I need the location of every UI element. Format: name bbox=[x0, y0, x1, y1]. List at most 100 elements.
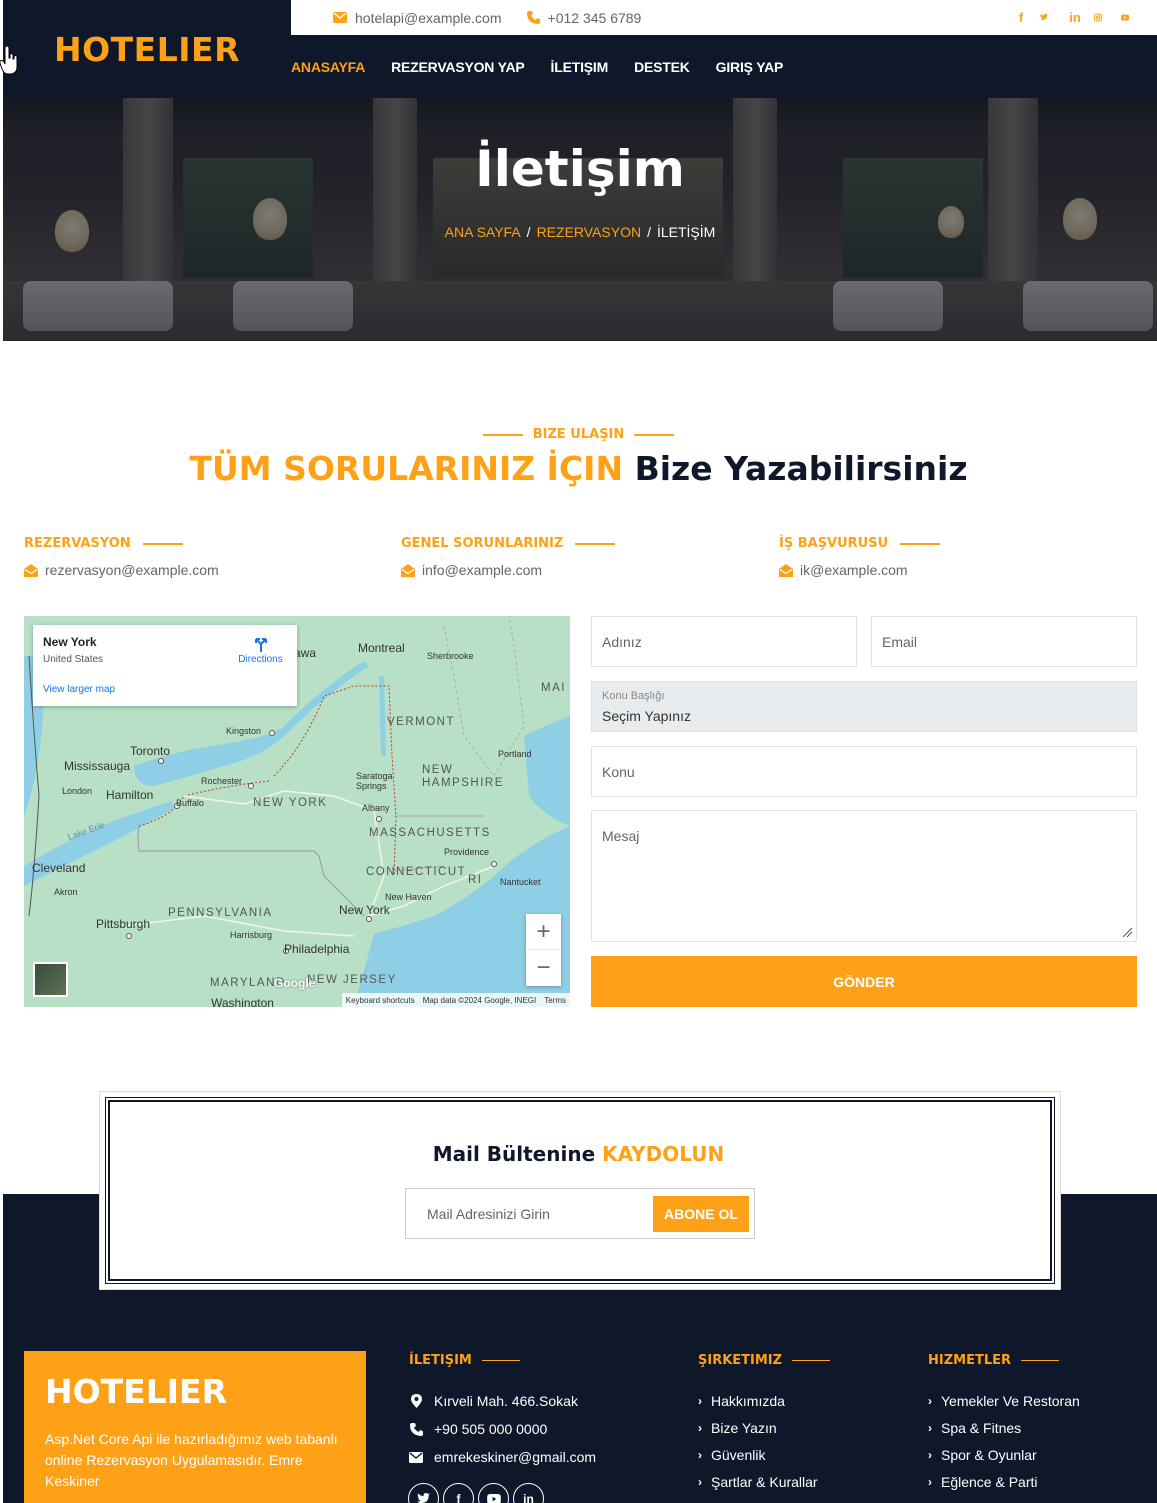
twitter-icon[interactable] bbox=[1040, 9, 1056, 25]
map-label-hamilton: Hamilton bbox=[106, 788, 154, 802]
section-title-highlight: TÜM SORULARINIZ İÇIN bbox=[189, 449, 624, 488]
footer-services-heading: HIZMETLER bbox=[928, 1353, 1012, 1368]
contact-reservation-email[interactable]: rezervasyon@example.com bbox=[45, 562, 219, 578]
contact-reservation-heading: REZERVASYON bbox=[24, 536, 131, 551]
email-placeholder: Email bbox=[882, 634, 918, 650]
section-title-rest: Bize Yazabilirsiniz bbox=[634, 449, 968, 488]
map-label-kingston: Kingston bbox=[226, 726, 262, 736]
footer-email-text[interactable]: emrekeskiner@gmail.com bbox=[434, 1449, 596, 1465]
chevron-right-icon: › bbox=[928, 1394, 932, 1408]
map-data-text: Map data ©2024 Google, INEGI bbox=[422, 995, 537, 1005]
nav-item-reservation[interactable]: REZERVASYON YAP bbox=[391, 59, 525, 75]
footer-service-link[interactable]: › Eğlence & Parti bbox=[928, 1474, 1038, 1490]
view-larger-map-link[interactable]: View larger map bbox=[43, 684, 115, 695]
footer-company-link[interactable]: › Güvenlik bbox=[698, 1447, 765, 1463]
contact-jobs: İŞ BAŞVURUSU ik@example.com bbox=[779, 536, 941, 578]
subject-input[interactable]: Konu bbox=[591, 746, 1137, 797]
map-label-pennsylvania: PENNSYLVANIA bbox=[168, 907, 273, 919]
chevron-right-icon: › bbox=[928, 1421, 932, 1435]
footer-service-link[interactable]: › Spa & Fitnes bbox=[928, 1420, 1021, 1436]
resize-handle-icon[interactable] bbox=[1122, 927, 1133, 938]
footer-phone: +90 505 000 0000 bbox=[409, 1421, 547, 1437]
newsletter-email-input[interactable]: Mail Adresinizi Girin bbox=[427, 1206, 550, 1222]
footer-company-link[interactable]: › Hakkımızda bbox=[698, 1393, 785, 1409]
topbar-contact: hotelapi@example.com +012 345 6789 f in bbox=[291, 0, 1157, 35]
message-textarea[interactable]: Mesaj bbox=[591, 810, 1137, 942]
subject-select-value: Seçim Yapınız bbox=[602, 708, 691, 724]
footer-company-link[interactable]: › Bize Yazın bbox=[698, 1420, 777, 1436]
map-info-card: New York United States View larger map D… bbox=[33, 625, 297, 706]
chevron-right-icon: › bbox=[698, 1448, 702, 1462]
map-label-providence: Providence bbox=[444, 847, 490, 857]
footer-logo[interactable]: HOTELIER bbox=[45, 1372, 227, 1411]
map-layer-toggle[interactable] bbox=[33, 962, 68, 997]
facebook-icon[interactable]: f bbox=[1013, 9, 1029, 25]
google-map[interactable]: awa Montreal Sherbrooke MAI Kingston VER… bbox=[24, 616, 570, 1007]
envelope-icon bbox=[333, 12, 347, 23]
map-label-cleveland: Cleveland bbox=[32, 861, 86, 875]
directions-label: Directions bbox=[238, 654, 283, 665]
contact-jobs-heading: İŞ BAŞVURUSU bbox=[779, 536, 889, 551]
map-zoom-control: + − bbox=[526, 914, 561, 986]
subject-placeholder: Konu bbox=[602, 764, 635, 780]
subject-select[interactable]: Konu Başlığı Seçim Yapınız bbox=[591, 681, 1137, 732]
footer-address-text: Kırveli Mah. 466.Sokak bbox=[434, 1393, 578, 1409]
phone-icon bbox=[526, 11, 540, 24]
map-label-saratoga: Saratoga Springs bbox=[356, 771, 393, 791]
map-label-albany: Albany bbox=[362, 803, 390, 813]
contact-reservation: REZERVASYON rezervasyon@example.com bbox=[24, 536, 219, 578]
main-nav: ANASAYFA REZERVASYON YAP İLETIŞIM DESTEK… bbox=[291, 35, 1157, 98]
message-placeholder: Mesaj bbox=[602, 828, 640, 844]
map-label-buffalo: Buffalo bbox=[176, 798, 204, 808]
footer-company-link[interactable]: › Şartlar & Kurallar bbox=[698, 1474, 818, 1490]
nav-item-home[interactable]: ANASAYFA bbox=[291, 59, 365, 75]
linkedin-icon[interactable]: in bbox=[1067, 9, 1083, 25]
nav-item-contact[interactable]: İLETIŞIM bbox=[551, 59, 609, 75]
contact-general-email[interactable]: info@example.com bbox=[422, 562, 542, 578]
nav-item-support[interactable]: DESTEK bbox=[634, 59, 690, 75]
zoom-in-button[interactable]: + bbox=[526, 914, 561, 950]
nav-item-login[interactable]: GIRIŞ YAP bbox=[716, 59, 784, 75]
topbar-phone-text: +012 345 6789 bbox=[547, 9, 642, 26]
breadcrumb-reservation[interactable]: REZERVASYON bbox=[537, 224, 642, 240]
footer-service-link-label: Spa & Fitnes bbox=[941, 1420, 1022, 1436]
email-input[interactable]: Email bbox=[871, 616, 1137, 667]
map-label-sherbrooke: Sherbrooke bbox=[427, 651, 474, 661]
contact-jobs-email[interactable]: ik@example.com bbox=[800, 562, 908, 578]
envelope-icon bbox=[409, 1451, 423, 1463]
footer-company-link-label: Bize Yazın bbox=[711, 1420, 777, 1436]
footer-contact-heading: İLETIŞIM bbox=[409, 1353, 472, 1368]
footer-address: Kırveli Mah. 466.Sokak bbox=[409, 1393, 578, 1409]
breadcrumb-home[interactable]: ANA SAYFA bbox=[445, 224, 521, 240]
footer-company: ŞIRKETIMIZ › Hakkımızda › Bize Yazın › Güve… bbox=[698, 1353, 898, 1503]
subject-select-label: Konu Başlığı bbox=[602, 690, 665, 702]
directions-button[interactable]: Directions bbox=[233, 636, 288, 665]
footer-service-link-label: Spor & Oyunlar bbox=[941, 1447, 1037, 1463]
name-input[interactable]: Adınız bbox=[591, 616, 857, 667]
footer-company-link-label: Hakkımızda bbox=[711, 1393, 785, 1409]
section-subtitle-text: BIZE ULAŞIN bbox=[532, 427, 625, 442]
footer-service-link[interactable]: › Spor & Oyunlar bbox=[928, 1447, 1037, 1463]
zoom-out-button[interactable]: − bbox=[526, 950, 561, 986]
footer-brand: HOTELIER Asp.Net Core Api ile hazırladığ… bbox=[24, 1351, 366, 1503]
footer-service-link[interactable]: › Yemekler Ve Restoran bbox=[928, 1393, 1080, 1409]
instagram-icon[interactable] bbox=[1094, 9, 1110, 25]
keyboard-shortcuts-link[interactable]: Keyboard shortcuts bbox=[346, 996, 415, 1005]
breadcrumb: ANA SAYFA / REZERVASYON / İLETİŞİM bbox=[444, 224, 716, 240]
newsletter-form: Mail Adresinizi Girin ABONE OL bbox=[405, 1188, 755, 1239]
breadcrumb-current: İLETİŞİM bbox=[656, 224, 716, 240]
envelope-open-icon bbox=[779, 563, 793, 577]
brand-logo[interactable]: HOTELIER bbox=[3, 0, 291, 98]
map-label-new-york-state: NEW YORK bbox=[253, 797, 328, 809]
map-place-country: United States bbox=[43, 654, 104, 665]
map-label-harrisburg: Harrisburg bbox=[230, 930, 273, 940]
map-label-toronto: Toronto bbox=[130, 744, 171, 758]
map-label-vermont: VERMONT bbox=[387, 716, 455, 728]
terms-link[interactable]: Terms bbox=[544, 996, 566, 1005]
name-placeholder: Adınız bbox=[602, 634, 642, 650]
map-label-new-haven: New Haven bbox=[385, 892, 432, 902]
send-button[interactable]: GÖNDER bbox=[591, 956, 1137, 1007]
subscribe-button[interactable]: ABONE OL bbox=[653, 1196, 749, 1232]
map-label-new-jersey: NEW JERSEY bbox=[307, 974, 397, 986]
youtube-icon[interactable] bbox=[1121, 9, 1137, 25]
